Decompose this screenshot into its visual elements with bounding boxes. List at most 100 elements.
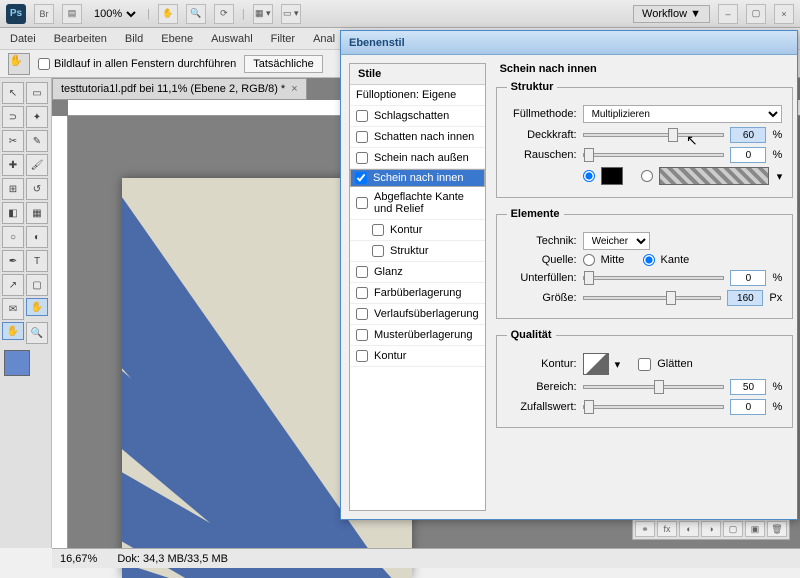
folder-icon[interactable]: ▢ bbox=[723, 521, 743, 537]
blur-tool[interactable]: ○ bbox=[2, 226, 24, 248]
hand-tool-2[interactable]: ✋ bbox=[2, 322, 24, 340]
menu-analyse[interactable]: Anal bbox=[313, 33, 335, 45]
hand-icon[interactable]: ✋ bbox=[158, 4, 178, 24]
menu-bearbeiten[interactable]: Bearbeiten bbox=[54, 33, 107, 45]
style-kontur-sub[interactable]: Kontur bbox=[350, 220, 485, 241]
dodge-tool[interactable]: ◐ bbox=[26, 226, 48, 248]
adjust-icon[interactable]: ◑ bbox=[701, 521, 721, 537]
qualitat-group: Qualität Kontur:▾ Glätten Bereich:% Zufa… bbox=[496, 329, 794, 428]
fill-options[interactable]: Fülloptionen: Eigene bbox=[350, 85, 485, 106]
style-kante-relief[interactable]: Abgeflachte Kante und Relief bbox=[350, 187, 485, 220]
document-tab[interactable]: testtutoria1l.pdf bei 11,1% (Ebene 2, RG… bbox=[52, 78, 307, 100]
notes-tool[interactable]: ✉ bbox=[2, 298, 24, 320]
mask-icon[interactable]: ◐ bbox=[679, 521, 699, 537]
style-musterueberlagerung[interactable]: Musterüberlagerung bbox=[350, 325, 485, 346]
fx-icon[interactable]: fx bbox=[657, 521, 677, 537]
menu-bild[interactable]: Bild bbox=[125, 33, 143, 45]
style-glanz[interactable]: Glanz bbox=[350, 262, 485, 283]
maximize-button[interactable]: ▢ bbox=[746, 4, 766, 24]
bereich-slider[interactable] bbox=[583, 385, 725, 389]
hand-tool[interactable]: ✋ bbox=[26, 298, 48, 316]
section-title: Schein nach innen bbox=[500, 63, 794, 75]
technik-select[interactable]: Weicher bbox=[583, 232, 650, 250]
styles-header[interactable]: Stile bbox=[350, 64, 485, 85]
gradient-radio[interactable] bbox=[641, 170, 653, 182]
status-doc: Dok: 34,3 MB/33,5 MB bbox=[117, 553, 228, 565]
type-tool[interactable]: T bbox=[26, 250, 48, 272]
stamp-tool[interactable]: ⊞ bbox=[2, 178, 24, 200]
unterfullen-slider[interactable] bbox=[583, 276, 725, 280]
fullmethode-select[interactable]: Multiplizieren bbox=[583, 105, 783, 123]
elemente-group: Elemente Technik:Weicher Quelle:Mitte Ka… bbox=[496, 208, 794, 319]
kontur-label: Kontur: bbox=[507, 358, 577, 370]
menu-filter[interactable]: Filter bbox=[271, 33, 295, 45]
zufall-slider[interactable] bbox=[583, 405, 725, 409]
eyedropper-tool[interactable]: ✎ bbox=[26, 130, 48, 152]
rotate-icon[interactable]: ⟳ bbox=[214, 4, 234, 24]
glatten-checkbox[interactable] bbox=[638, 358, 651, 371]
foreground-color[interactable] bbox=[4, 350, 30, 376]
close-tab-icon[interactable]: × bbox=[291, 83, 297, 95]
screen-mode-icon[interactable]: ▭ ▾ bbox=[281, 4, 301, 24]
menu-datei[interactable]: Datei bbox=[10, 33, 36, 45]
heal-tool[interactable]: ✚ bbox=[2, 154, 24, 176]
quelle-mitte-radio[interactable] bbox=[583, 254, 595, 266]
quelle-kante-radio[interactable] bbox=[643, 254, 655, 266]
style-schlagschatten[interactable]: Schlagschatten bbox=[350, 106, 485, 127]
zoom-select[interactable]: 100% bbox=[90, 7, 139, 21]
zoom-icon[interactable]: 🔍 bbox=[186, 4, 206, 24]
style-schein-aussen[interactable]: Schein nach außen bbox=[350, 148, 485, 169]
crop-tool[interactable]: ✂ bbox=[2, 130, 24, 152]
history-brush-tool[interactable]: ↺ bbox=[26, 178, 48, 200]
grosse-slider[interactable] bbox=[583, 296, 722, 300]
struktur-group: Struktur Füllmethode:Multiplizieren Deck… bbox=[496, 81, 794, 198]
zoom-tool[interactable]: 🔍 bbox=[26, 322, 48, 344]
style-kontur[interactable]: Kontur bbox=[350, 346, 485, 367]
unterfullen-field[interactable] bbox=[730, 270, 766, 286]
color-swatch[interactable] bbox=[601, 167, 623, 185]
style-schein-innen[interactable]: Schein nach innen bbox=[350, 169, 485, 187]
kontur-picker[interactable] bbox=[583, 353, 609, 375]
actual-pixels-button[interactable]: Tatsächliche bbox=[244, 55, 323, 73]
eraser-tool[interactable]: ◧ bbox=[2, 202, 24, 224]
scroll-all-checkbox[interactable]: Bildlauf in allen Fenstern durchführen bbox=[38, 58, 236, 70]
deckkraft-slider[interactable] bbox=[583, 133, 725, 137]
pen-tool[interactable]: ✒ bbox=[2, 250, 24, 272]
shape-tool[interactable]: ▢ bbox=[26, 274, 48, 296]
marquee-tool[interactable]: ▭ bbox=[26, 82, 48, 104]
trash-icon[interactable]: 🗑 bbox=[767, 521, 787, 537]
gradient-tool[interactable]: ▦ bbox=[26, 202, 48, 224]
gradient-swatch[interactable] bbox=[659, 167, 769, 185]
bridge-button[interactable]: Br bbox=[34, 4, 54, 24]
hand-tool-icon[interactable]: ✋ bbox=[8, 53, 30, 75]
style-struktur-sub[interactable]: Struktur bbox=[350, 241, 485, 262]
filmstrip-icon[interactable]: ▤ bbox=[62, 4, 82, 24]
style-schatten-innen[interactable]: Schatten nach innen bbox=[350, 127, 485, 148]
link-icon[interactable]: ⚭ bbox=[635, 521, 655, 537]
menu-ebene[interactable]: Ebene bbox=[161, 33, 193, 45]
path-tool[interactable]: ↗ bbox=[2, 274, 24, 296]
menu-auswahl[interactable]: Auswahl bbox=[211, 33, 253, 45]
options-panel: Schein nach innen Struktur Füllmethode:M… bbox=[494, 55, 800, 519]
arrange-icon[interactable]: ▦ ▾ bbox=[253, 4, 273, 24]
brush-tool[interactable]: 🖌 bbox=[26, 154, 48, 176]
unterfullen-label: Unterfüllen: bbox=[507, 272, 577, 284]
wand-tool[interactable]: ✦ bbox=[26, 106, 48, 128]
style-verlaufsueberlagerung[interactable]: Verlaufsüberlagerung bbox=[350, 304, 485, 325]
grosse-field[interactable] bbox=[727, 290, 763, 306]
deckkraft-field[interactable] bbox=[730, 127, 766, 143]
rauschen-field[interactable] bbox=[730, 147, 766, 163]
minimize-button[interactable]: – bbox=[718, 4, 738, 24]
color-radio[interactable] bbox=[583, 170, 595, 182]
workspace-select[interactable]: Workflow ▼ bbox=[633, 5, 710, 23]
quelle-label: Quelle: bbox=[507, 254, 577, 266]
style-farbueberlagerung[interactable]: Farbüberlagerung bbox=[350, 283, 485, 304]
zufall-field[interactable] bbox=[730, 399, 766, 415]
close-button[interactable]: × bbox=[774, 4, 794, 24]
bereich-field[interactable] bbox=[730, 379, 766, 395]
status-bar: 16,67% Dok: 34,3 MB/33,5 MB bbox=[52, 548, 800, 568]
rauschen-slider[interactable] bbox=[583, 153, 725, 157]
lasso-tool[interactable]: ⊃ bbox=[2, 106, 24, 128]
move-tool[interactable]: ↖ bbox=[2, 82, 24, 104]
new-layer-icon[interactable]: ▣ bbox=[745, 521, 765, 537]
